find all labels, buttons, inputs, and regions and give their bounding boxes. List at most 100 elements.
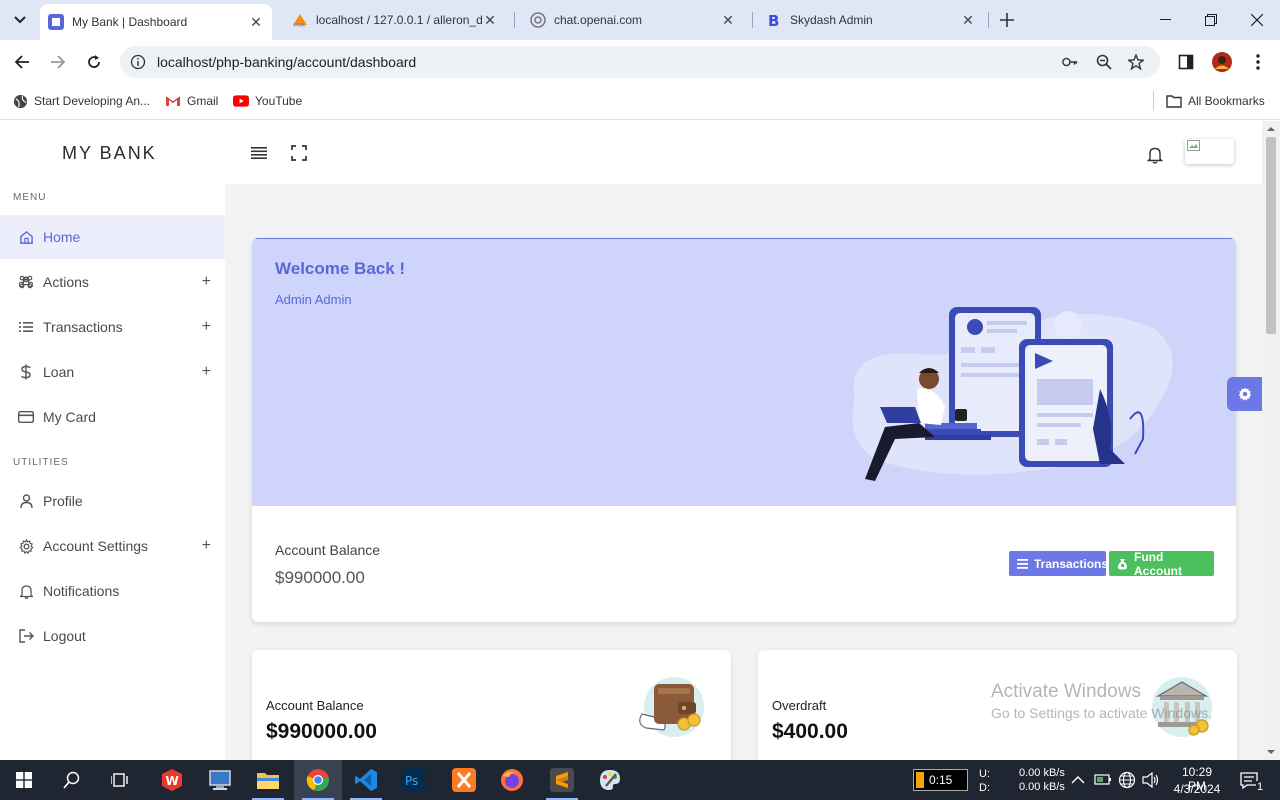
fullscreen-button[interactable] xyxy=(289,143,309,163)
expand-plus-icon[interactable]: + xyxy=(202,273,211,291)
page-viewport: MY BANK MENU Home Actions + Transactions… xyxy=(0,121,1280,760)
language-button[interactable] xyxy=(1118,771,1136,792)
taskbar-firefox[interactable] xyxy=(488,760,536,800)
sidebar-item-logout[interactable]: Logout xyxy=(0,614,225,658)
speaker-icon xyxy=(1142,771,1159,789)
expand-plus-icon[interactable]: + xyxy=(202,363,211,381)
side-panel-button[interactable] xyxy=(1174,50,1198,74)
sidebar-item-my-card[interactable]: My Card xyxy=(0,395,225,439)
taskbar-xampp[interactable] xyxy=(440,760,488,800)
broken-image-icon xyxy=(1187,140,1200,151)
password-key-icon[interactable] xyxy=(1062,54,1078,70)
show-hidden-icons-button[interactable] xyxy=(1071,773,1085,788)
expand-plus-icon[interactable]: + xyxy=(202,537,211,555)
stat-card-label: Account Balance xyxy=(266,698,364,713)
search-button[interactable] xyxy=(48,760,96,800)
back-button[interactable] xyxy=(10,50,34,74)
address-bar[interactable]: localhost/php-banking/account/dashboard xyxy=(120,46,1160,78)
zoom-icon[interactable] xyxy=(1096,54,1112,70)
notification-center-button[interactable]: 1 xyxy=(1234,760,1280,800)
start-button[interactable] xyxy=(0,760,48,800)
utilities-heading: UTILITIES xyxy=(13,457,69,468)
stat-card-account-balance: Account Balance $990000.00 xyxy=(252,650,731,760)
chevron-up-icon xyxy=(1071,776,1085,784)
bookmark-star-icon[interactable] xyxy=(1128,54,1144,70)
sidebar-item-profile[interactable]: Profile xyxy=(0,479,225,523)
activate-windows-subtitle: Go to Settings to activate Windows. xyxy=(991,705,1212,721)
notifications-button[interactable] xyxy=(1145,145,1165,165)
profile-button[interactable] xyxy=(1210,50,1234,74)
timer-text: 0:15 xyxy=(929,773,953,787)
close-tab-icon[interactable]: ✕ xyxy=(482,12,498,29)
tab-title: Skydash Admin xyxy=(790,13,873,27)
user-avatar-button[interactable] xyxy=(1185,139,1234,164)
restore-button[interactable] xyxy=(1188,0,1234,40)
arrow-right-icon xyxy=(51,55,66,69)
scrollbar-thumb[interactable] xyxy=(1266,137,1276,334)
minimize-button[interactable] xyxy=(1142,0,1188,40)
wps-office-icon: W xyxy=(162,769,182,791)
windows-taskbar: W Ps 0:15 U: D: 0.00 kB/s 0.00 kB/s 10:2… xyxy=(0,760,1280,800)
transactions-button[interactable]: Transactions xyxy=(1009,551,1108,576)
brand-logo[interactable]: MY BANK xyxy=(62,143,157,164)
arrow-left-icon xyxy=(14,55,29,69)
restore-icon xyxy=(1205,14,1217,26)
taskbar-chrome[interactable] xyxy=(294,760,342,800)
reload-button[interactable] xyxy=(82,50,106,74)
taskbar-wps-office[interactable]: W xyxy=(148,760,196,800)
taskbar-vscode[interactable] xyxy=(342,760,390,800)
tab-search-button[interactable] xyxy=(8,8,32,32)
clock-date[interactable]: 4/3/2024 xyxy=(1172,782,1222,796)
sidebar-item-label: Actions xyxy=(43,274,89,290)
tab-title: chat.openai.com xyxy=(554,13,643,27)
taskbar-sublime-text[interactable] xyxy=(538,760,586,800)
sidebar-item-actions[interactable]: Actions + xyxy=(0,260,225,304)
kebab-menu-icon xyxy=(1256,54,1260,70)
bookmark-gmail[interactable]: Gmail xyxy=(165,93,218,109)
close-window-button[interactable] xyxy=(1234,0,1280,40)
task-view-button[interactable] xyxy=(96,760,144,800)
taskbar-photoshop[interactable]: Ps xyxy=(390,760,438,800)
sidebar-item-home[interactable]: Home xyxy=(0,215,225,259)
search-icon xyxy=(63,771,80,789)
scroll-down-icon[interactable] xyxy=(1262,746,1280,758)
browser-menu-button[interactable] xyxy=(1246,50,1270,74)
vertical-scrollbar[interactable] xyxy=(1262,121,1280,760)
expand-plus-icon[interactable]: + xyxy=(202,318,211,336)
close-tab-icon[interactable]: ✕ xyxy=(720,12,736,29)
bell-icon xyxy=(17,582,35,600)
fund-account-button[interactable]: Fund Account xyxy=(1109,550,1214,578)
notification-count: 1 xyxy=(1256,781,1265,793)
welcome-card: Welcome Back ! Admin Admin Account Balan… xyxy=(252,238,1236,622)
tab-phpmyadmin[interactable]: PMA localhost / 127.0.0.1 / alleron_d ✕ xyxy=(284,6,506,34)
tab-skydash[interactable]: B Skydash Admin ✕ xyxy=(758,6,984,34)
sidebar-item-loan[interactable]: Loan + xyxy=(0,350,225,394)
bookmark-youtube[interactable]: YouTube xyxy=(233,93,302,109)
all-bookmarks-button[interactable]: All Bookmarks xyxy=(1166,93,1265,109)
sidebar-item-notifications[interactable]: Notifications xyxy=(0,569,225,613)
forward-button[interactable] xyxy=(46,50,70,74)
taskbar-file-explorer[interactable] xyxy=(244,760,292,800)
taskbar-remote-desktop[interactable] xyxy=(196,760,244,800)
new-tab-button[interactable] xyxy=(996,8,1018,32)
volume-button[interactable] xyxy=(1142,771,1160,791)
network-labels: U: D: xyxy=(979,768,990,794)
site-info-icon[interactable] xyxy=(130,54,146,70)
minimize-icon xyxy=(1159,19,1171,20)
sidebar-item-account-settings[interactable]: Account Settings + xyxy=(0,524,225,568)
battery-button[interactable] xyxy=(1094,772,1112,789)
scroll-up-icon[interactable] xyxy=(1262,123,1280,135)
close-tab-icon[interactable]: ✕ xyxy=(960,12,976,29)
bookmark-start-developing[interactable]: Start Developing An... xyxy=(12,93,150,109)
timer-widget[interactable]: 0:15 xyxy=(913,769,968,791)
close-tab-icon[interactable]: ✕ xyxy=(248,14,264,31)
tab-chatgpt[interactable]: chat.openai.com ✕ xyxy=(522,6,744,34)
hamburger-menu-button[interactable] xyxy=(249,143,269,163)
sidebar: MY BANK MENU Home Actions + Transactions… xyxy=(0,121,225,760)
theme-settings-button[interactable] xyxy=(1227,377,1263,411)
sidebar-item-transactions[interactable]: Transactions + xyxy=(0,305,225,349)
tab-my-bank[interactable]: My Bank | Dashboard ✕ xyxy=(40,4,272,40)
taskbar-paint[interactable] xyxy=(586,760,634,800)
tab-favicon-icon xyxy=(48,14,64,30)
globe-icon xyxy=(12,93,28,109)
